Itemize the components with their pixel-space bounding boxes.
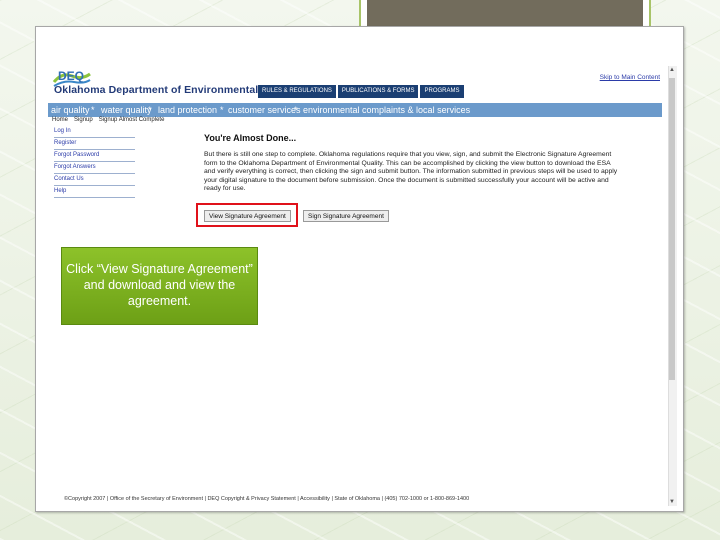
nav-publications-forms[interactable]: PUBLICATIONS & FORMS (337, 85, 419, 98)
instructions-text: But there is still one step to complete.… (204, 151, 618, 193)
separator: * (148, 105, 152, 115)
category-customer-services[interactable]: customer services (228, 103, 301, 117)
category-water-quality[interactable]: water quality (101, 103, 152, 117)
instruction-callout: Click “View Signature Agreement” and dow… (61, 247, 258, 325)
scroll-down-icon[interactable]: ▼ (668, 498, 676, 506)
sidebar-item-log-in[interactable]: Log In (54, 126, 135, 138)
sidebar-item-contact-us[interactable]: Contact Us (54, 174, 135, 186)
breadcrumb: Home Signup Signup Almost Complete (52, 117, 164, 123)
separator: * (91, 105, 95, 115)
scroll-up-icon[interactable]: ▲ (668, 66, 676, 74)
scrollbar-thumb[interactable] (669, 78, 675, 380)
highlight-box (196, 203, 298, 227)
top-navigation: RULES & REGULATIONS PUBLICATIONS & FORMS… (258, 85, 464, 98)
sidebar-item-register[interactable]: Register (54, 138, 135, 150)
sidebar: Log In Register Forgot Password Forgot A… (54, 126, 135, 198)
nav-programs[interactable]: PROGRAMS (420, 85, 464, 98)
page-title: You're Almost Done... (204, 133, 297, 143)
sidebar-item-help[interactable]: Help (54, 186, 135, 198)
sidebar-item-forgot-answers[interactable]: Forgot Answers (54, 162, 135, 174)
category-bar: air quality * water quality * land prote… (48, 103, 662, 117)
sidebar-item-forgot-password[interactable]: Forgot Password (54, 150, 135, 162)
separator: * (294, 105, 298, 115)
breadcrumb-signup[interactable]: Signup (74, 117, 93, 123)
nav-rules-regulations[interactable]: RULES & REGULATIONS (258, 85, 336, 98)
separator: * (220, 105, 224, 115)
skip-to-main-link[interactable]: Skip to Main Content (600, 74, 660, 81)
category-land-protection[interactable]: land protection (158, 103, 217, 117)
breadcrumb-current: Signup Almost Complete (98, 117, 165, 123)
logo-text: DEQ (58, 69, 84, 83)
breadcrumb-home[interactable]: Home (52, 117, 68, 123)
page-footer: ©Copyright 2007 | Office of the Secretar… (64, 496, 470, 502)
category-air-quality[interactable]: air quality (51, 103, 90, 117)
sign-signature-agreement-button[interactable]: Sign Signature Agreement (303, 210, 389, 222)
category-complaints-local[interactable]: environmental complaints & local service… (303, 103, 470, 117)
